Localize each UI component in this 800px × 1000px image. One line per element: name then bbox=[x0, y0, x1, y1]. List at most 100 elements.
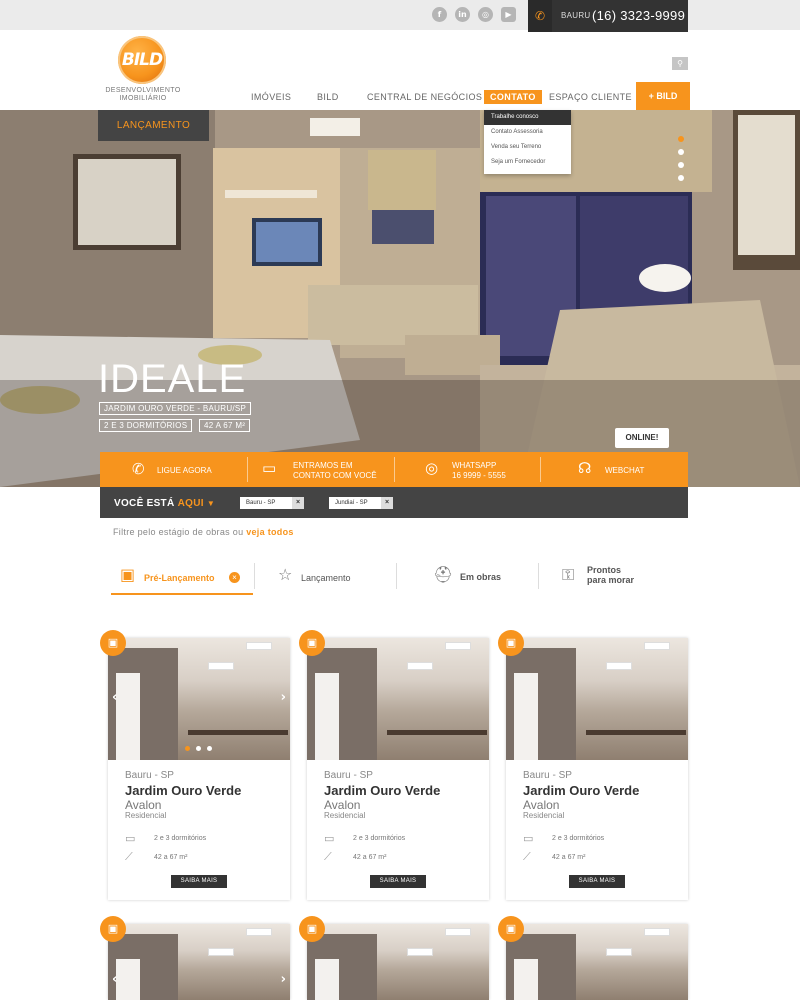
phone-icon: ✆ bbox=[528, 0, 552, 32]
calendar-icon: ▣ bbox=[100, 916, 126, 942]
hero-banner: LANÇAMENTO IDEALE JARDIM OURO VERDE - BA… bbox=[0, 110, 800, 487]
search-icon[interactable]: ⚲ bbox=[672, 57, 688, 70]
tab-pre-lancamento[interactable]: ▣ Pré-Lançamento × bbox=[111, 563, 253, 595]
bed-icon: ▭ bbox=[125, 832, 136, 845]
calendar-icon: ▣ bbox=[299, 630, 325, 656]
slider-dot-2[interactable] bbox=[678, 149, 684, 155]
bed-icon: ▭ bbox=[523, 832, 534, 845]
photo-ceiling-light bbox=[208, 662, 234, 670]
property-card[interactable]: ▣ ‹ › Bauru - SP Jardim Ouro Verde Avalo… bbox=[100, 630, 290, 900]
carousel-dot[interactable] bbox=[207, 746, 212, 751]
filter-text: Filtre pelo estágio de obras ou veja tod… bbox=[113, 527, 294, 537]
photo-ceiling-light bbox=[606, 662, 632, 670]
photo-ceiling-light bbox=[606, 948, 632, 956]
card-name: Avalon bbox=[324, 798, 361, 812]
photo-door bbox=[514, 673, 538, 760]
card-neighborhood[interactable]: Jardim Ouro Verde bbox=[523, 783, 639, 798]
card-name: Avalon bbox=[523, 798, 560, 812]
location-chip-bauru[interactable]: Bauru - SP × bbox=[240, 497, 304, 509]
contato-dropdown: Trabalhe conosco Contato Assessoria Vend… bbox=[484, 110, 571, 174]
saiba-mais-button[interactable]: SAIBA MAIS bbox=[171, 875, 227, 888]
logo-subtitle: DESENVOLVIMENTO IMOBILIÁRIO bbox=[105, 87, 181, 102]
photo-door bbox=[116, 959, 140, 1000]
phone-number[interactable]: (16) 3323-9999 bbox=[592, 8, 685, 23]
linkedin-icon[interactable]: in bbox=[455, 7, 470, 22]
property-photo bbox=[506, 924, 688, 1000]
chevron-down-icon[interactable]: ▼ bbox=[207, 499, 215, 508]
saiba-mais-button[interactable]: SAIBA MAIS bbox=[370, 875, 426, 888]
property-card[interactable]: ▣ Bauru - SP Jardim Ouro Verde Avalon Re… bbox=[299, 630, 489, 900]
bild-logo[interactable]: BILD bbox=[118, 36, 166, 84]
property-photo: ‹ › bbox=[108, 924, 290, 1000]
facebook-icon[interactable]: f bbox=[432, 7, 447, 22]
instagram-icon[interactable]: ◎ bbox=[478, 7, 493, 22]
photo-ceiling-light bbox=[407, 662, 433, 670]
helmet-icon: ⛑ bbox=[433, 565, 454, 584]
nav-espaco-cliente[interactable]: ESPAÇO CLIENTE bbox=[549, 92, 632, 102]
launch-badge: LANÇAMENTO bbox=[98, 110, 209, 141]
phone-icon: ✆ bbox=[132, 460, 145, 478]
dropdown-assessoria[interactable]: Contato Assessoria bbox=[484, 125, 571, 140]
dropdown-fornecedor[interactable]: Seja um Fornecedor bbox=[484, 155, 571, 170]
card-rooms: 2 e 3 dormitórios bbox=[353, 835, 406, 842]
tab-lancamento-label: Lançamento bbox=[301, 573, 351, 583]
chevron-right-icon[interactable]: › bbox=[281, 690, 286, 705]
contact-divider bbox=[540, 457, 541, 482]
youtube-icon[interactable]: ▶ bbox=[501, 7, 516, 22]
nav-contato[interactable]: CONTATO bbox=[484, 90, 542, 104]
nav-plus-bild-button[interactable]: + BILD bbox=[636, 82, 690, 110]
photo-ceiling-light bbox=[445, 928, 471, 936]
photo-door bbox=[315, 673, 339, 760]
ruler-icon: ⟋ bbox=[125, 850, 133, 863]
close-icon[interactable]: × bbox=[381, 497, 393, 509]
tab-em-obras[interactable]: ⛑ Em obras bbox=[433, 563, 523, 595]
nav-imoveis[interactable]: IMÓVEIS bbox=[251, 92, 291, 102]
ruler-icon: ⟋ bbox=[324, 850, 332, 863]
saiba-mais-button[interactable]: SAIBA MAIS bbox=[569, 875, 625, 888]
card-city: Bauru - SP bbox=[125, 770, 174, 781]
chevron-left-icon[interactable]: ‹ bbox=[112, 972, 117, 987]
nav-bild[interactable]: BILD bbox=[317, 92, 339, 102]
tab-lancamento[interactable]: ☆ Lançamento bbox=[278, 563, 378, 595]
carousel-dot[interactable] bbox=[185, 746, 190, 751]
photo-ceiling-light bbox=[208, 948, 234, 956]
dropdown-trabalhe[interactable]: Trabalhe conosco bbox=[484, 110, 571, 125]
card-city: Bauru - SP bbox=[523, 770, 572, 781]
property-card[interactable]: ▣ bbox=[498, 916, 688, 1000]
property-card[interactable]: ▣ ‹ › bbox=[100, 916, 290, 1000]
card-city: Bauru - SP bbox=[324, 770, 373, 781]
contact-divider bbox=[394, 457, 395, 482]
photo-ceiling-light bbox=[246, 642, 272, 650]
online-badge[interactable]: ONLINE! bbox=[615, 428, 669, 448]
chevron-left-icon[interactable]: ‹ bbox=[112, 690, 117, 705]
chat-bubble-icon: ▭ bbox=[262, 459, 277, 477]
phone-box[interactable]: ✆ BAURU (16) 3323-9999 bbox=[528, 0, 688, 32]
slider-dot-3[interactable] bbox=[678, 162, 684, 168]
location-chip-jundiai[interactable]: Jundiaí - SP × bbox=[329, 497, 393, 509]
property-card[interactable]: ▣ Bauru - SP Jardim Ouro Verde Avalon Re… bbox=[498, 630, 688, 900]
property-card[interactable]: ▣ bbox=[299, 916, 489, 1000]
card-rooms: 2 e 3 dormitórios bbox=[154, 835, 207, 842]
photo-door bbox=[514, 959, 538, 1000]
location-bar: VOCÊ ESTÁ AQUI ▼ Bauru - SP × Jundiaí - S… bbox=[100, 487, 688, 518]
dropdown-terreno[interactable]: Venda seu Terreno bbox=[484, 140, 571, 155]
contact-divider bbox=[247, 457, 248, 482]
slider-dot-1[interactable] bbox=[678, 136, 684, 142]
chevron-right-icon[interactable]: › bbox=[281, 972, 286, 987]
card-neighborhood[interactable]: Jardim Ouro Verde bbox=[125, 783, 241, 798]
photo-ceiling-light bbox=[644, 642, 670, 650]
card-neighborhood[interactable]: Jardim Ouro Verde bbox=[324, 783, 440, 798]
tab-divider bbox=[396, 563, 397, 589]
view-all-link[interactable]: veja todos bbox=[246, 527, 294, 537]
phone-city: BAURU bbox=[561, 11, 591, 20]
nav-central-negocios[interactable]: CENTRAL DE NEGÓCIOS bbox=[367, 92, 482, 102]
card-type: Residencial bbox=[523, 811, 565, 820]
calendar-icon: ▣ bbox=[498, 630, 524, 656]
close-icon[interactable]: × bbox=[292, 497, 304, 509]
card-area: 42 a 67 m² bbox=[353, 854, 387, 861]
carousel-dot[interactable] bbox=[196, 746, 201, 751]
slider-dot-4[interactable] bbox=[678, 175, 684, 181]
close-icon[interactable]: × bbox=[229, 572, 240, 583]
logo-text: BILD bbox=[121, 50, 163, 70]
tab-prontos[interactable]: ⚿ Prontos para morar bbox=[562, 563, 662, 595]
